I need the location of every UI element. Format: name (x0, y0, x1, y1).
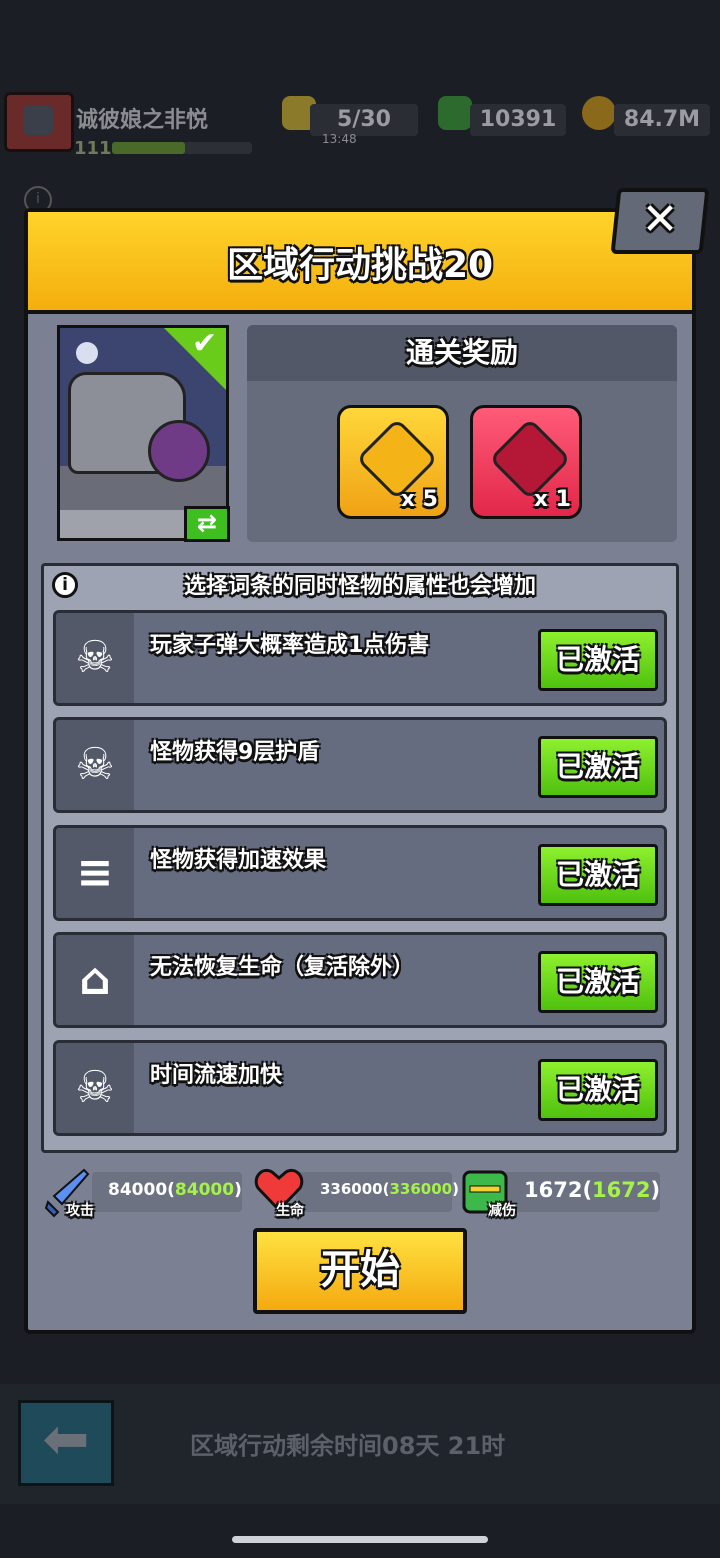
modifier-row: ☠ 时间流速加快 已激活 (53, 1040, 667, 1136)
reward-qty: x 1 (533, 487, 571, 512)
modifier-row: ☠ 玩家子弹大概率造成1点伤害 已激活 (53, 610, 667, 706)
xp-bar (112, 142, 252, 154)
moon-icon (76, 342, 98, 364)
reward-qty: x 5 (400, 487, 438, 512)
attack-close: ) (234, 1180, 242, 1200)
close-icon: ✕ (641, 194, 679, 245)
attack-tag: 攻击 (66, 1203, 94, 1219)
player-name: 诚彼娘之非悦 (76, 108, 209, 133)
start-button[interactable]: 开始 (253, 1228, 467, 1314)
attack-base: 84000( (108, 1180, 175, 1200)
top-hud: 诚彼娘之非悦 111 5/30 13:48 10391 84.7M (0, 86, 720, 166)
skull-mask-icon: ☠ (75, 632, 115, 683)
attack-stat: 84000(84000) (92, 1172, 242, 1212)
modifier-icon-bg: ⌂ (56, 935, 134, 1025)
skull-mask-icon: ☠ (75, 1062, 115, 1113)
hp-value: 336000(336000) (320, 1180, 459, 1198)
defense-bonus: 1672 (592, 1178, 651, 1202)
skull-mask-icon: ☠ (75, 739, 115, 790)
coin-counter[interactable]: 84.7M (614, 104, 710, 136)
xp-bar-fill (112, 142, 185, 154)
activate-button[interactable]: 已激活 (538, 844, 658, 906)
activate-button[interactable]: 已激活 (538, 629, 658, 691)
reward-star-medal[interactable]: x 5 (337, 405, 449, 519)
energy-timer: 13:48 (322, 132, 357, 146)
attack-value: 84000(84000) (108, 1180, 242, 1200)
event-remaining-time: 区域行动剩余时间08天 21时 (190, 1432, 506, 1460)
modifier-icon-bg: ≡ (56, 828, 134, 918)
activate-button[interactable]: 已激活 (538, 951, 658, 1013)
modifier-label: 无法恢复生命（复活除外） (150, 955, 415, 980)
modifier-label: 怪物获得9层护盾 (150, 740, 320, 765)
hp-close: ) (452, 1180, 459, 1198)
hp-stat: 336000(336000) (296, 1172, 459, 1212)
defense-close: ) (650, 1178, 661, 1202)
monster-icon (148, 420, 210, 482)
player-avatar[interactable] (4, 92, 74, 152)
swap-level-button[interactable]: ⇄ (184, 506, 230, 542)
close-button[interactable]: ✕ (610, 188, 710, 254)
reward-header: 通关奖励 (247, 325, 677, 381)
speed-ghost-icon: ≡ (76, 847, 114, 898)
hp-base: 336000( (320, 1180, 390, 1198)
hp-bonus: 336000 (389, 1180, 453, 1198)
player-level: 111 (74, 138, 112, 159)
dialog-header: 区域行动挑战20 (28, 212, 692, 314)
hp-tag: 生命 (276, 1203, 304, 1219)
home-indicator[interactable] (232, 1536, 488, 1543)
no-heal-icon: ⌂ (79, 954, 111, 1005)
defense-stat: 1672(1672) (504, 1172, 660, 1212)
modifier-label: 时间流速加快 (150, 1063, 283, 1088)
modifier-label: 玩家子弹大概率造成1点伤害 (150, 633, 430, 658)
dialog-title: 区域行动挑战20 (226, 245, 494, 286)
back-button[interactable]: ⬅ (18, 1400, 114, 1486)
modifier-icon-bg: ☠ (56, 720, 134, 810)
modifier-icon-bg: ☠ (56, 613, 134, 703)
modifier-row: ⌂ 无法恢复生命（复活除外） 已激活 (53, 932, 667, 1028)
gem-counter[interactable]: 10391 (470, 104, 566, 136)
reward-panel: 通关奖励 x 5 x 1 (247, 325, 677, 542)
activate-button[interactable]: 已激活 (538, 1059, 658, 1121)
defense-base: 1672( (524, 1178, 593, 1202)
attack-bonus: 84000 (174, 1180, 235, 1200)
modifier-label: 怪物获得加速效果 (150, 848, 327, 873)
modifier-row: ≡ 怪物获得加速效果 已激活 (53, 825, 667, 921)
activate-button[interactable]: 已激活 (538, 736, 658, 798)
modifier-icon-bg: ☠ (56, 1043, 134, 1133)
reward-crown-badge[interactable]: x 1 (470, 405, 582, 519)
defense-tag: 减伤 (488, 1203, 516, 1219)
coin-icon (582, 96, 616, 130)
modifier-row: ☠ 怪物获得9层护盾 已激活 (53, 717, 667, 813)
defense-value: 1672(1672) (524, 1178, 660, 1202)
modifier-note: 选择词条的同时怪物的属性也会增加 (183, 574, 536, 599)
gem-icon (438, 96, 472, 130)
check-icon: ✔ (192, 326, 218, 361)
info-icon[interactable]: i (52, 572, 78, 598)
